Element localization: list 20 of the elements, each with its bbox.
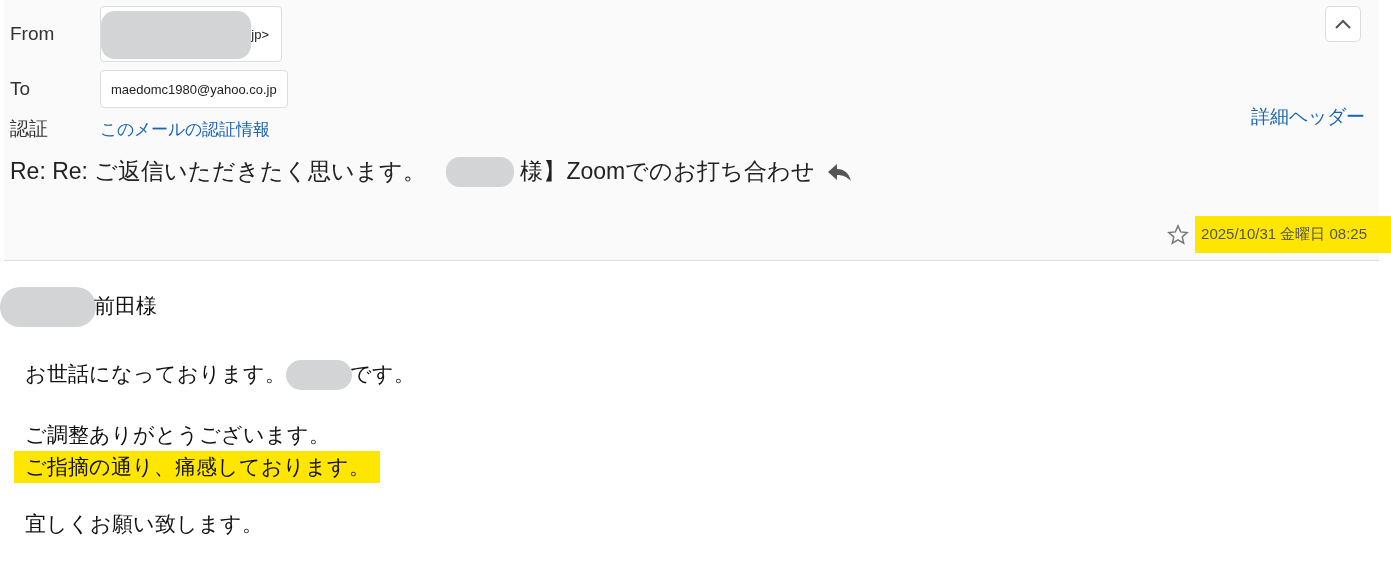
from-label: From: [10, 23, 56, 45]
collapse-button[interactable]: [1325, 6, 1361, 42]
body-line: お世話になっております。 です。: [14, 356, 425, 394]
date-text: 2025/10/31 金曜日 08:25: [1195, 216, 1391, 253]
subject-text: 様】Zoomでのお打ち合わせ: [520, 157, 816, 186]
subject-text: Re: Re: ご返信いただきたく思います。: [10, 157, 427, 186]
body-line: 前田様: [0, 283, 167, 331]
body-line: 宜しくお願い致します。: [24, 511, 264, 537]
redaction-mark: [286, 360, 352, 390]
to-label: To: [10, 78, 32, 100]
body-line: ご調整ありがとうございます。: [24, 422, 331, 448]
auth-label: 認証: [10, 117, 49, 141]
auth-info-link[interactable]: このメールの認証情報: [100, 117, 270, 141]
reply-icon[interactable]: [827, 161, 854, 182]
detail-header-link[interactable]: 詳細ヘッダー: [1251, 104, 1365, 130]
chevron-up-icon: [1335, 19, 1351, 29]
star-icon[interactable]: [1167, 223, 1190, 246]
sender-field[interactable]: jp>: [100, 6, 282, 62]
redaction-mark: [446, 156, 515, 187]
recipient-field[interactable]: maedomc1980@yahoo.co.jp: [100, 70, 288, 108]
